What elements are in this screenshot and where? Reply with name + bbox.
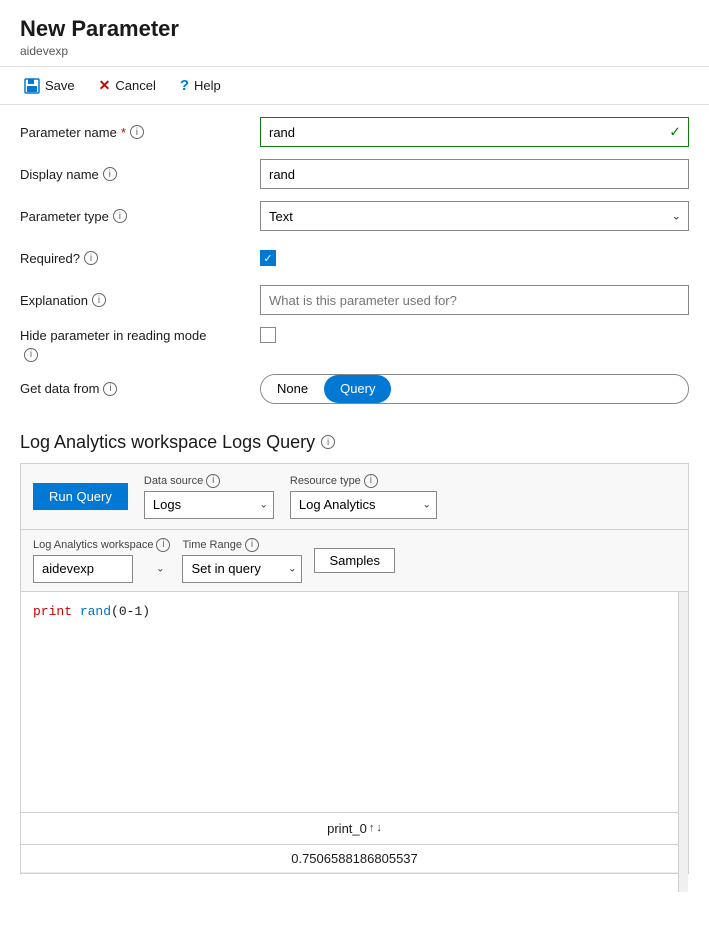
- workspace-group: Log Analytics workspace i aidevexp ⌄: [33, 538, 170, 583]
- param-name-field-wrapper: ✓: [260, 117, 689, 147]
- required-info-icon[interactable]: i: [84, 251, 98, 265]
- page-subtitle: aidevexp: [20, 44, 689, 58]
- workspace-info-icon[interactable]: i: [156, 538, 170, 552]
- cancel-label: Cancel: [115, 78, 155, 93]
- time-range-select-wrapper: Set in query Last hour Last 24 hours ⌄: [182, 555, 302, 583]
- code-line-1: print rand(0-1): [33, 602, 676, 623]
- query-panel: Run Query Data source i Logs Metrics Res…: [20, 463, 689, 874]
- workspace-select-wrapper: aidevexp ⌄: [33, 555, 170, 583]
- help-icon: ?: [180, 77, 189, 94]
- results-data-row: 0.7506588186805537: [21, 845, 688, 873]
- time-range-info-icon[interactable]: i: [245, 538, 259, 552]
- required-checkbox[interactable]: [260, 250, 276, 266]
- hide-param-label: Hide parameter in reading mode: [20, 328, 260, 343]
- get-data-row: Get data from i None Query: [20, 374, 689, 404]
- required-star: *: [121, 125, 126, 140]
- param-name-row: Parameter name * i ✓: [20, 117, 689, 147]
- run-query-button[interactable]: Run Query: [33, 483, 128, 510]
- valid-checkmark-icon: ✓: [669, 124, 681, 141]
- cancel-button[interactable]: ✕ Cancel: [95, 75, 160, 96]
- data-source-label: Data source i: [144, 474, 274, 488]
- get-data-query-option[interactable]: Query: [324, 375, 391, 403]
- hide-param-info-row: i: [24, 345, 689, 362]
- hide-param-checkbox[interactable]: [260, 327, 276, 343]
- data-source-group: Data source i Logs Metrics Resource Grap…: [144, 474, 274, 519]
- query-section-title: Log Analytics workspace Logs Query i: [0, 432, 709, 463]
- display-name-input[interactable]: [260, 159, 689, 189]
- resource-type-select[interactable]: Log Analytics Azure Monitor Application …: [290, 491, 437, 519]
- get-data-toggle-group: None Query: [260, 374, 689, 404]
- data-source-select-wrapper: Logs Metrics Resource Graph ⌄: [144, 491, 274, 519]
- required-row: Required? i: [20, 243, 689, 273]
- display-name-info-icon[interactable]: i: [103, 167, 117, 181]
- param-type-label: Parameter type i: [20, 209, 260, 224]
- display-name-label: Display name i: [20, 167, 260, 182]
- get-data-info-icon[interactable]: i: [103, 382, 117, 396]
- help-label: Help: [194, 78, 221, 93]
- code-editor[interactable]: print rand(0-1): [21, 592, 688, 812]
- resource-type-select-wrapper: Log Analytics Azure Monitor Application …: [290, 491, 437, 519]
- required-label: Required? i: [20, 251, 260, 266]
- workspace-label: Log Analytics workspace i: [33, 538, 170, 552]
- code-editor-wrapper: print rand(0-1): [21, 592, 688, 812]
- keyword-rand: rand: [80, 604, 111, 619]
- workspace-chevron-icon: ⌄: [156, 563, 164, 574]
- form-area: Parameter name * i ✓ Display name i Para…: [0, 105, 709, 432]
- param-type-info-icon[interactable]: i: [113, 209, 127, 223]
- resource-type-info-icon[interactable]: i: [364, 474, 378, 488]
- help-button[interactable]: ? Help: [176, 75, 225, 96]
- explanation-field-wrapper: [260, 285, 689, 315]
- param-name-label: Parameter name * i: [20, 125, 260, 140]
- cancel-icon: ✕: [99, 77, 111, 94]
- get-data-label: Get data from i: [20, 381, 260, 396]
- hide-param-info-icon[interactable]: i: [24, 348, 38, 362]
- explanation-label: Explanation i: [20, 293, 260, 308]
- param-name-input[interactable]: [260, 117, 689, 147]
- get-data-none-option[interactable]: None: [261, 375, 324, 403]
- toolbar: Save ✕ Cancel ? Help: [0, 67, 709, 105]
- page-header: New Parameter aidevexp: [0, 0, 709, 67]
- param-name-info-icon[interactable]: i: [130, 125, 144, 139]
- results-area: print_0 ↑ ↓ 0.7506588186805537: [21, 812, 688, 873]
- code-args: (0-1): [111, 604, 150, 619]
- hide-param-top: Hide parameter in reading mode: [20, 327, 689, 343]
- results-header-row: print_0 ↑ ↓: [21, 813, 688, 845]
- page-title: New Parameter: [20, 16, 689, 42]
- workspace-select[interactable]: aidevexp: [33, 555, 133, 583]
- query-panel-header: Run Query Data source i Logs Metrics Res…: [21, 464, 688, 530]
- query-section-info-icon[interactable]: i: [321, 435, 335, 449]
- data-source-select[interactable]: Logs Metrics Resource Graph: [144, 491, 274, 519]
- time-range-label: Time Range i: [182, 538, 302, 552]
- get-data-toggle: None Query: [260, 374, 689, 404]
- explanation-info-icon[interactable]: i: [92, 293, 106, 307]
- code-editor-scrollbar[interactable]: [678, 592, 688, 812]
- save-button[interactable]: Save: [20, 76, 79, 96]
- param-type-select[interactable]: Text Integer Double Boolean DateTime Dur…: [260, 201, 689, 231]
- display-name-field-wrapper: [260, 159, 689, 189]
- time-range-select[interactable]: Set in query Last hour Last 24 hours: [182, 555, 302, 583]
- data-source-info-icon[interactable]: i: [206, 474, 220, 488]
- save-icon: [24, 78, 40, 94]
- hide-param-row: Hide parameter in reading mode i: [20, 327, 689, 362]
- results-column-name: print_0: [327, 821, 367, 836]
- resource-type-group: Resource type i Log Analytics Azure Moni…: [290, 474, 437, 519]
- display-name-row: Display name i: [20, 159, 689, 189]
- results-value: 0.7506588186805537: [291, 851, 418, 866]
- sort-asc-icon[interactable]: ↑: [369, 822, 375, 834]
- keyword-print: print: [33, 604, 72, 619]
- explanation-row: Explanation i: [20, 285, 689, 315]
- resource-type-label: Resource type i: [290, 474, 437, 488]
- workspace-row: Log Analytics workspace i aidevexp ⌄ Tim…: [21, 530, 688, 592]
- param-type-row: Parameter type i Text Integer Double Boo…: [20, 201, 689, 231]
- results-scrollbar[interactable]: [678, 812, 688, 892]
- param-type-select-wrapper: Text Integer Double Boolean DateTime Dur…: [260, 201, 689, 231]
- sort-desc-icon[interactable]: ↓: [376, 822, 382, 834]
- required-checkbox-wrapper: [260, 250, 689, 266]
- samples-button[interactable]: Samples: [314, 548, 395, 573]
- explanation-input[interactable]: [260, 285, 689, 315]
- results-table: print_0 ↑ ↓ 0.7506588186805537: [21, 812, 688, 873]
- save-label: Save: [45, 78, 75, 93]
- time-range-group: Time Range i Set in query Last hour Last…: [182, 538, 302, 583]
